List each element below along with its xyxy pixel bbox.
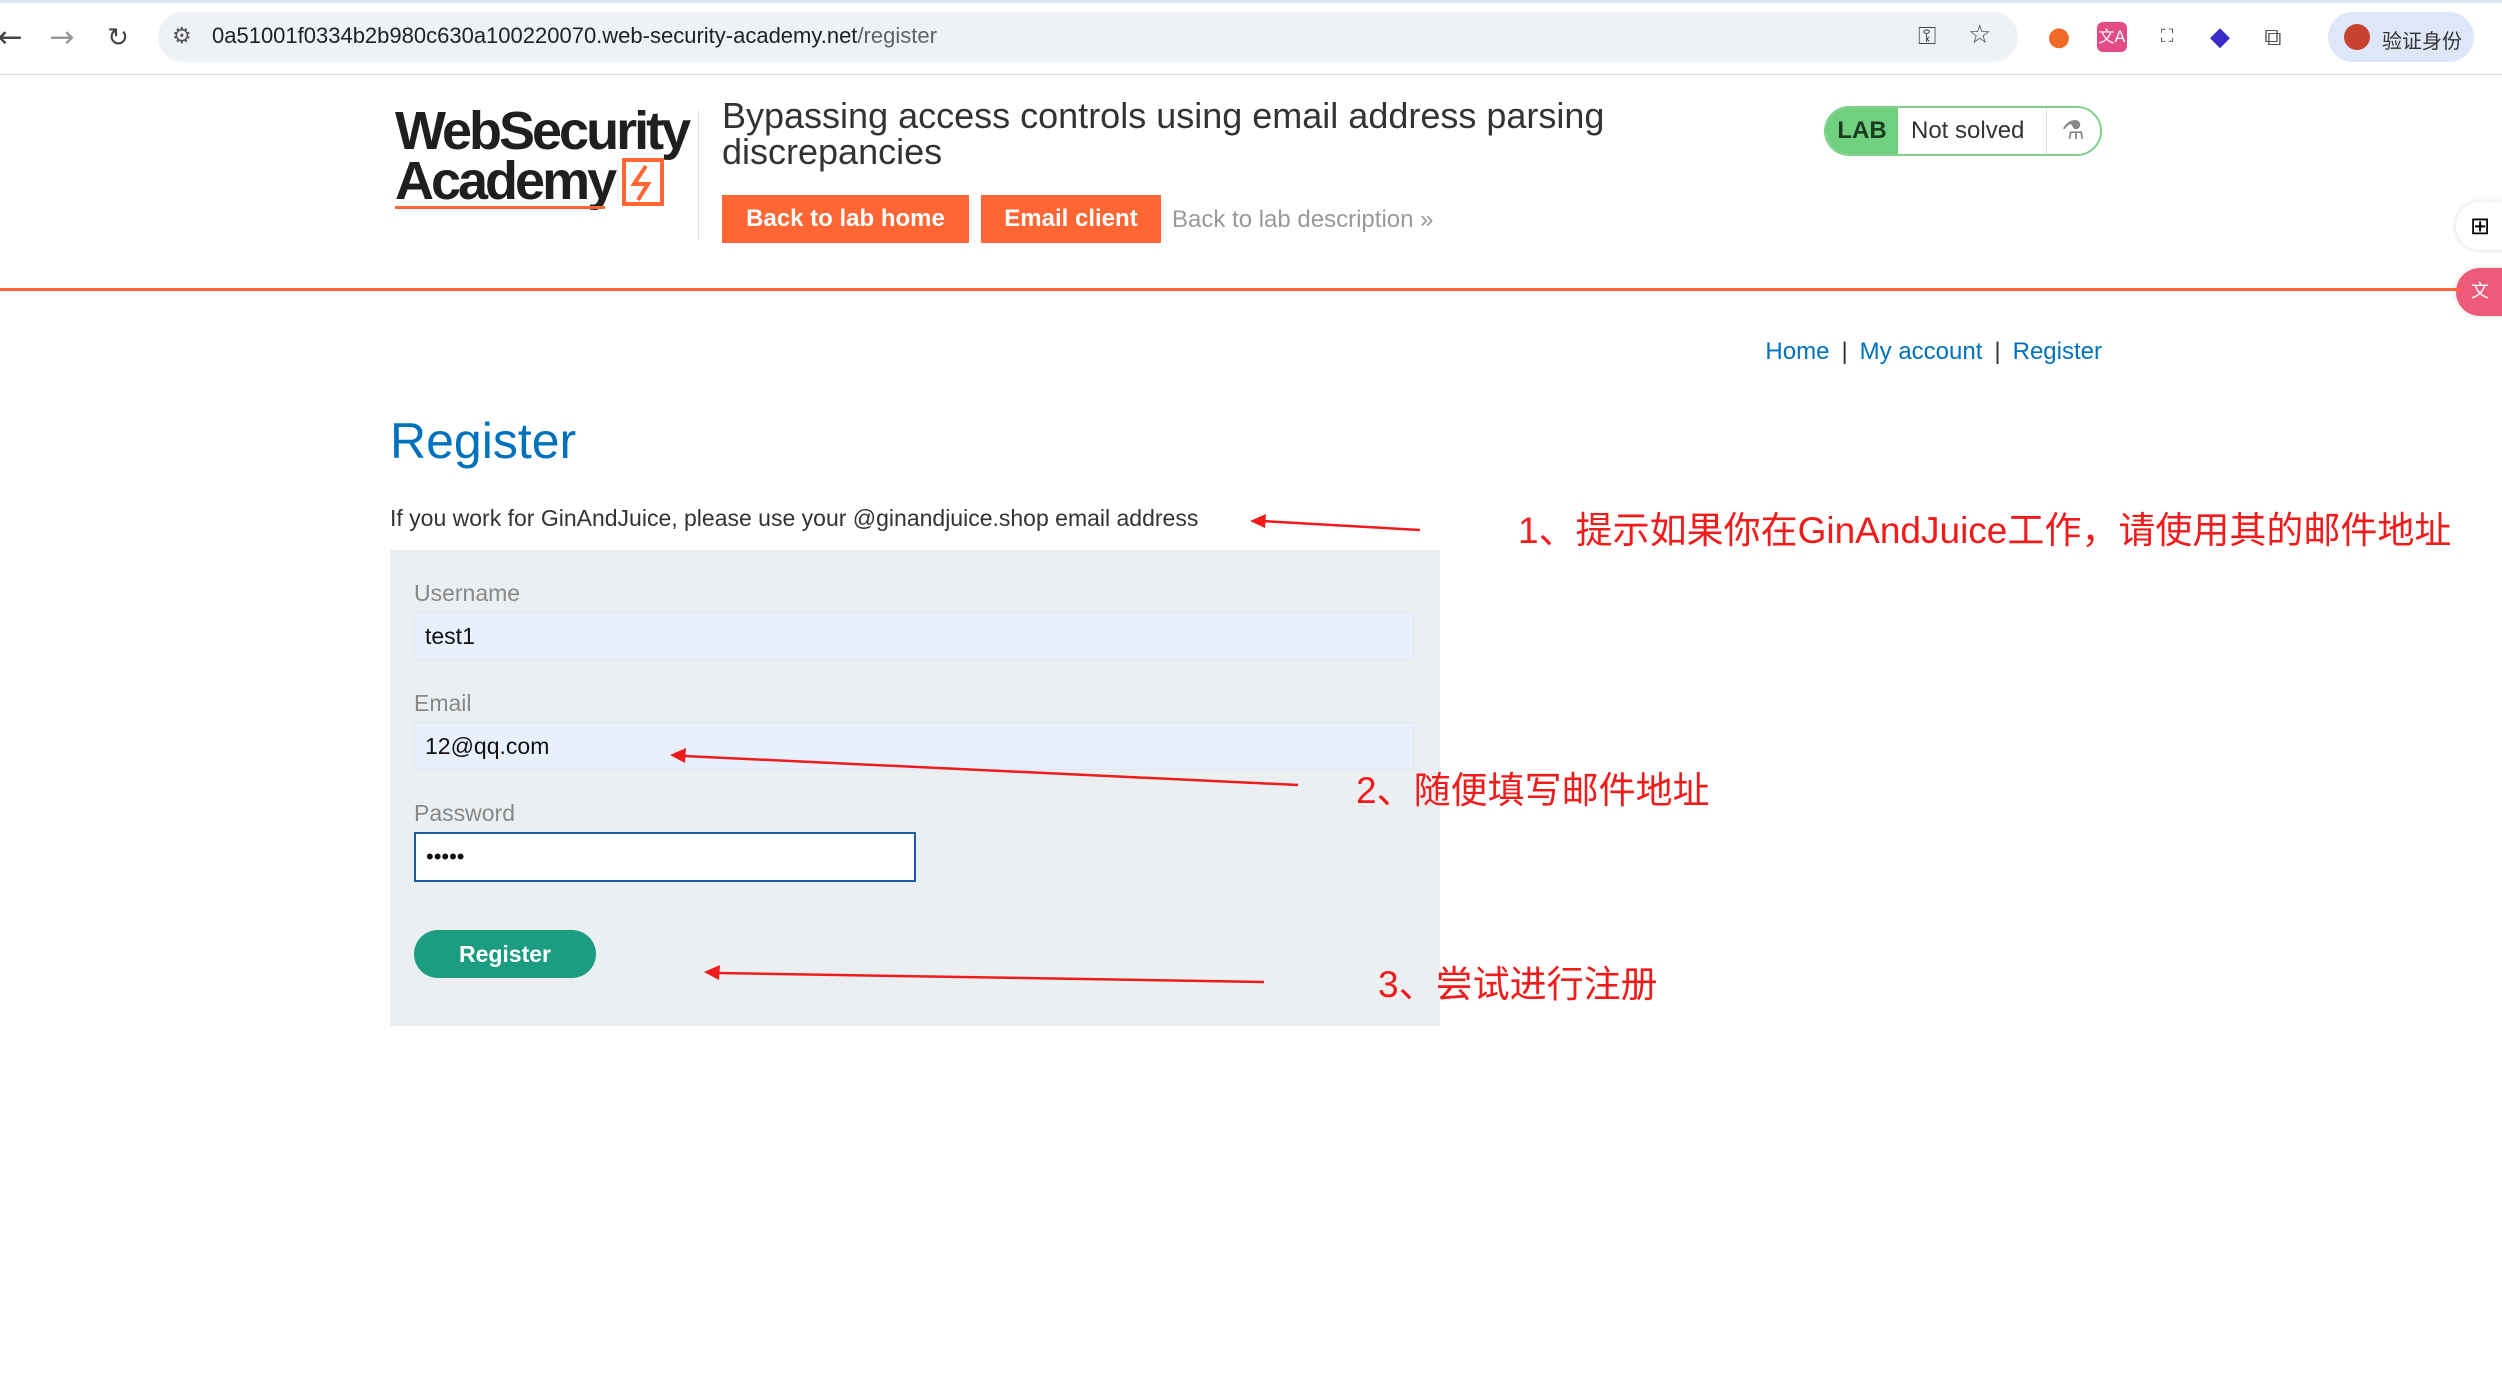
back-icon[interactable]: ←: [0, 20, 28, 56]
forward-icon[interactable]: →: [44, 20, 80, 56]
academy-logo-line1[interactable]: WebSecurity: [395, 104, 691, 158]
bookmark-star-icon[interactable]: ☆: [1968, 20, 1991, 50]
back-to-lab-home-button[interactable]: Back to lab home: [722, 195, 969, 243]
nav-my-account-link[interactable]: My account: [1860, 338, 1983, 365]
lab-title: Bypassing access controls using email ad…: [722, 95, 1605, 172]
grid-add-icon[interactable]: ⊞: [2456, 202, 2502, 250]
top-navigation: Home | My account | Register: [1765, 338, 2102, 366]
avatar: [2344, 24, 2370, 50]
flask-icon: ⚗: [2046, 108, 2099, 154]
extension-record-icon[interactable]: ●: [2044, 22, 2074, 52]
header-separator: [0, 288, 2460, 291]
back-to-lab-description-link[interactable]: Back to lab description »: [1172, 206, 1434, 234]
nav-register-link[interactable]: Register: [2013, 338, 2102, 365]
lab-status-text: Not solved: [1911, 117, 2025, 144]
lab-status-widget: LAB Not solved ⚗: [1824, 106, 2102, 156]
page-title: Register: [390, 413, 577, 469]
translate-float-icon[interactable]: 文: [2456, 268, 2502, 316]
logo-underline: [395, 206, 605, 209]
site-info-icon[interactable]: ⚙: [172, 24, 192, 49]
nav-separator: |: [1841, 338, 1848, 365]
nav-home-link[interactable]: Home: [1765, 338, 1829, 365]
annotation-note-1: 1、提示如果你在GinAndJuice工作，请使用其的邮件地址: [1518, 510, 2452, 551]
registration-hint: If you work for GinAndJuice, please use …: [390, 505, 1199, 531]
annotation-note-2: 2、随便填写邮件地址: [1356, 770, 1710, 811]
annotation-arrowhead-1: [1250, 514, 1266, 528]
password-label: Password: [414, 800, 515, 826]
tab-strip-edge: [0, 0, 2502, 3]
nav-separator: |: [1994, 338, 2001, 365]
extension-screenshot-icon[interactable]: ⛶: [2152, 22, 2182, 52]
academy-logo-line2[interactable]: Academy: [395, 154, 617, 208]
email-label: Email: [414, 690, 472, 716]
extensions-puzzle-icon[interactable]: ⧉: [2258, 22, 2288, 52]
url-text[interactable]: 0a51001f0334b2b980c630a100220070.web-sec…: [212, 23, 937, 49]
annotation-arrow-1: [1261, 519, 1421, 532]
reload-icon[interactable]: ↻: [100, 20, 136, 56]
email-input[interactable]: 12@qq.com: [414, 722, 1414, 770]
password-input[interactable]: •••••: [414, 832, 916, 882]
header-divider: [698, 110, 699, 240]
extension-diamond-icon[interactable]: ◆: [2205, 22, 2235, 52]
extension-translate-icon[interactable]: 文A: [2097, 22, 2127, 52]
lab-badge: LAB: [1826, 108, 1898, 154]
annotation-note-3: 3、尝试进行注册: [1378, 964, 1658, 1005]
username-input[interactable]: test1: [414, 612, 1414, 660]
email-client-button[interactable]: Email client: [981, 195, 1161, 243]
username-label: Username: [414, 580, 521, 606]
url-host: 0a51001f0334b2b980c630a100220070.web-sec…: [212, 23, 858, 48]
academy-logo-icon: [622, 158, 664, 206]
key-icon[interactable]: ⚿: [1918, 22, 1936, 50]
chevron-right-icon: »: [1420, 206, 1434, 233]
profile-label: 验证身份: [2382, 31, 2462, 53]
url-path: /register: [857, 23, 937, 48]
register-button[interactable]: Register: [414, 930, 596, 978]
back-to-description-label: Back to lab description: [1172, 206, 1414, 233]
